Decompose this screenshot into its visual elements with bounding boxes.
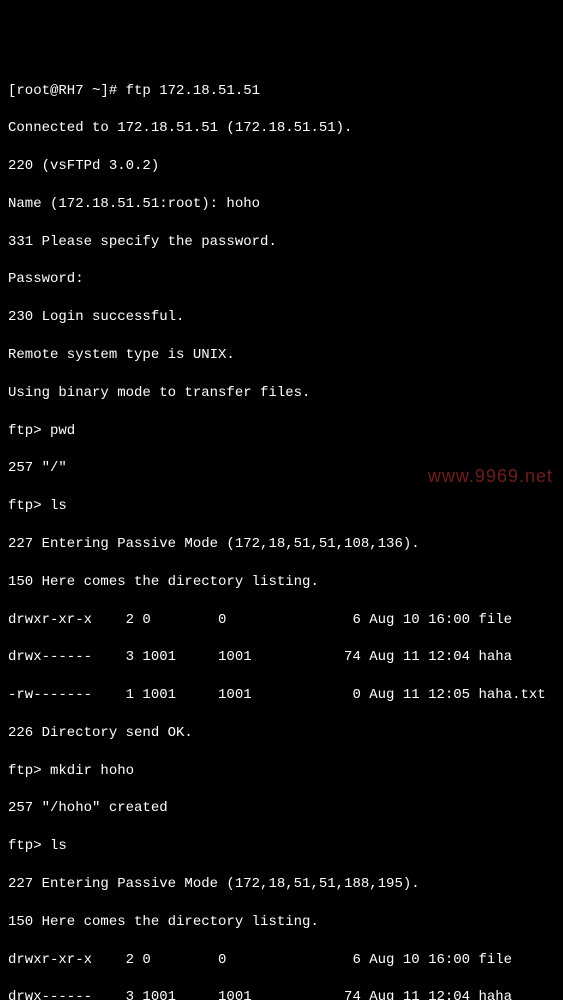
output-listing-end1: 226 Directory send OK. [8, 724, 555, 743]
output-listing-start1: 150 Here comes the directory listing. [8, 573, 555, 592]
ftp-prompt-ls2[interactable]: ftp> ls [8, 837, 555, 856]
prompt-name[interactable]: Name (172.18.51.51:root): hoho [8, 195, 555, 214]
terminal-prompt-line[interactable]: [root@RH7 ~]# ftp 172.18.51.51 [8, 82, 555, 101]
ftp-prompt-mkdir[interactable]: ftp> mkdir hoho [8, 762, 555, 781]
output-230: 230 Login successful. [8, 308, 555, 327]
ftp-prompt-pwd[interactable]: ftp> pwd [8, 422, 555, 441]
listing-row: -rw------- 1 1001 1001 0 Aug 11 12:05 ha… [8, 686, 555, 705]
output-331: 331 Please specify the password. [8, 233, 555, 252]
output-connected: Connected to 172.18.51.51 (172.18.51.51)… [8, 119, 555, 138]
listing-row: drwxr-xr-x 2 0 0 6 Aug 10 16:00 file [8, 611, 555, 630]
listing-row: drwxr-xr-x 2 0 0 6 Aug 10 16:00 file [8, 951, 555, 970]
output-pasv1: 227 Entering Passive Mode (172,18,51,51,… [8, 535, 555, 554]
listing-row: drwx------ 3 1001 1001 74 Aug 11 12:04 h… [8, 648, 555, 667]
listing-row: drwx------ 3 1001 1001 74 Aug 11 12:04 h… [8, 988, 555, 1000]
output-mkdir: 257 "/hoho" created [8, 799, 555, 818]
output-remote-type: Remote system type is UNIX. [8, 346, 555, 365]
output-binary-mode: Using binary mode to transfer files. [8, 384, 555, 403]
output-banner: 220 (vsFTPd 3.0.2) [8, 157, 555, 176]
output-pasv2: 227 Entering Passive Mode (172,18,51,51,… [8, 875, 555, 894]
output-listing-start2: 150 Here comes the directory listing. [8, 913, 555, 932]
prompt-password[interactable]: Password: [8, 270, 555, 289]
output-pwd: 257 "/" [8, 459, 555, 478]
